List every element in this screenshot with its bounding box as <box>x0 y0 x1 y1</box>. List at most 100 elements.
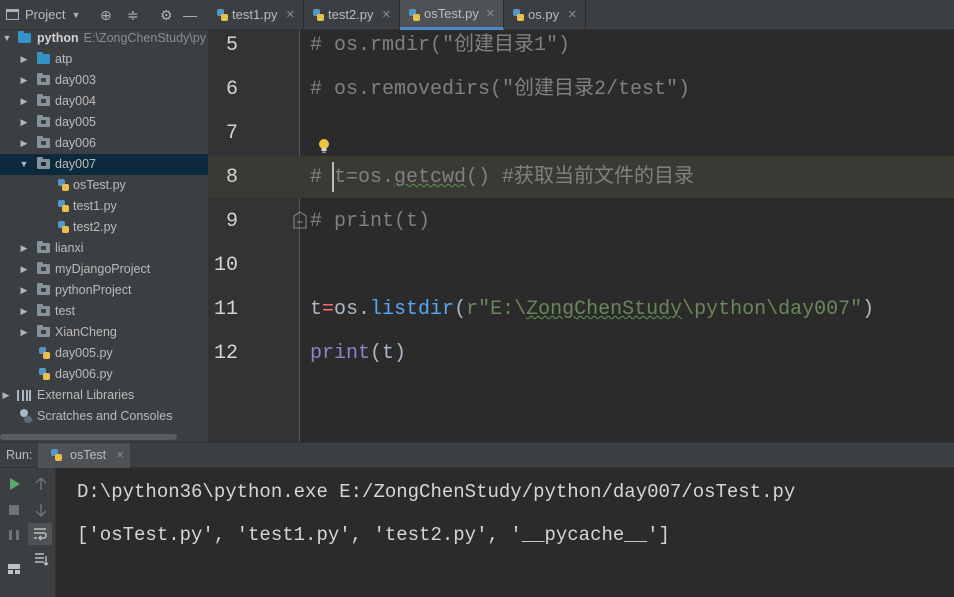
tree-item-mydjangoproject[interactable]: ▶ myDjangoProject <box>0 259 208 280</box>
tab-os-py[interactable]: os.py ✕ <box>504 0 586 30</box>
chevron-right-icon[interactable]: ▶ <box>19 301 29 322</box>
folder-icon <box>37 73 50 85</box>
close-icon[interactable]: ✕ <box>116 443 124 468</box>
chevron-right-icon[interactable]: ▶ <box>19 133 29 154</box>
tree-item-day006[interactable]: ▶ day006 <box>0 133 208 154</box>
tree-item-label: osTest.py <box>73 178 126 192</box>
text-caret <box>332 162 334 192</box>
tree-item-label: day006 <box>55 136 97 150</box>
code-token-builtin: print <box>310 342 371 365</box>
line-number: 11 <box>213 298 238 321</box>
code-token-string: r"E:\ <box>466 298 527 321</box>
run-tab-ostest[interactable]: osTest ✕ <box>38 443 130 468</box>
lightbulb-icon[interactable] <box>318 138 330 154</box>
close-icon[interactable]: ✕ <box>568 0 577 30</box>
tab-test1-py[interactable]: test1.py ✕ <box>208 0 304 30</box>
tree-item-day005-py[interactable]: day005.py <box>0 343 208 364</box>
locate-icon[interactable]: ⊕ <box>100 7 112 23</box>
python-file-icon <box>216 8 229 22</box>
code-editor[interactable]: 5 6 7 8 9 10 11 12 8 # os.rmdir("创建目录1")… <box>208 30 954 442</box>
tree-item-label: test2.py <box>73 220 117 234</box>
tree-item-day003[interactable]: ▶ day003 <box>0 70 208 91</box>
soft-wrap-icon <box>34 528 47 541</box>
code-line-5: # os.rmdir("创建目录1") <box>310 34 571 57</box>
console-output-line: D:\python36\python.exe E:/ZongChenStudy/… <box>77 481 796 503</box>
arrow-down-icon[interactable] <box>32 501 50 519</box>
tree-item-label: External Libraries <box>37 388 135 402</box>
project-view-selector[interactable]: Project ▼ <box>6 7 80 22</box>
tree-item-atp[interactable]: ▶ atp <box>0 49 208 70</box>
pause-icon[interactable] <box>5 526 23 544</box>
console-output-line: ['osTest.py', 'test1.py', 'test2.py', '_… <box>77 524 670 546</box>
gear-icon[interactable]: ⚙ <box>160 7 173 23</box>
tree-item-pythonproject[interactable]: ▶ pythonProject <box>0 280 208 301</box>
folder-icon <box>37 157 50 169</box>
tab-test2-py[interactable]: test2.py ✕ <box>304 0 400 30</box>
tree-item-label: Scratches and Consoles <box>37 409 173 423</box>
chevron-right-icon[interactable]: ▶ <box>19 70 29 91</box>
code-token-getcwd: getcwd <box>394 166 467 189</box>
folder-icon <box>37 52 50 64</box>
fold-marker-icon[interactable] <box>291 211 309 229</box>
close-icon[interactable]: ✕ <box>286 0 295 30</box>
hide-panel-icon[interactable]: — <box>183 7 197 23</box>
tree-item-day006-py[interactable]: day006.py <box>0 364 208 385</box>
run-console[interactable]: D:\python36\python.exe E:/ZongChenStudy/… <box>56 468 954 597</box>
chevron-down-icon: ▼ <box>71 9 81 20</box>
tree-item-test[interactable]: ▶ test <box>0 301 208 322</box>
tab-label: test2.py <box>328 7 374 22</box>
tree-item-label: myDjangoProject <box>55 262 151 276</box>
code-token: (t) <box>370 342 407 365</box>
tree-item-label: lianxi <box>55 241 84 255</box>
code-token-string: \python\day007" <box>682 298 863 321</box>
soft-wrap-toggle[interactable] <box>28 523 52 545</box>
scroll-to-end-icon[interactable] <box>32 550 50 568</box>
tree-item-day005[interactable]: ▶ day005 <box>0 112 208 133</box>
rerun-icon[interactable] <box>5 475 23 493</box>
tree-item-day007[interactable]: ▼ day007 <box>0 154 208 175</box>
tree-item-test2-py[interactable]: test2.py <box>0 217 208 238</box>
chevron-right-icon[interactable]: ▶ <box>19 280 29 301</box>
chevron-right-icon[interactable]: ▶ <box>19 112 29 133</box>
tree-item-label: day007 <box>55 157 97 171</box>
tree-item-label: day005 <box>55 115 97 129</box>
chevron-right-icon[interactable]: ▶ <box>19 91 29 112</box>
line-number: 6 <box>225 78 238 101</box>
python-file-icon <box>38 346 51 360</box>
tree-item-day004[interactable]: ▶ day004 <box>0 91 208 112</box>
tree-item-test1-py[interactable]: test1.py <box>0 196 208 217</box>
close-icon[interactable]: ✕ <box>486 0 495 28</box>
code-token-string: ZongChenStudy <box>526 298 683 321</box>
tree-item-ostest-py[interactable]: osTest.py <box>0 175 208 196</box>
tree-item-label: atp <box>55 52 73 66</box>
tree-item-external-libraries[interactable]: ▶ External Libraries <box>0 385 208 406</box>
restore-layout-icon[interactable] <box>5 560 23 578</box>
line-number: 5 <box>225 34 238 57</box>
chevron-right-icon[interactable]: ▶ <box>1 385 11 406</box>
python-file-icon <box>38 367 51 381</box>
code-token: os. <box>334 298 371 321</box>
folder-icon <box>37 241 50 253</box>
close-icon[interactable]: ✕ <box>382 0 391 30</box>
collapse-all-icon[interactable]: ≑ <box>127 7 139 23</box>
chevron-right-icon[interactable]: ▶ <box>19 259 29 280</box>
python-file-icon <box>57 220 70 234</box>
chevron-right-icon[interactable]: ▶ <box>19 322 29 343</box>
folder-icon <box>37 325 50 337</box>
stop-icon[interactable] <box>5 501 23 519</box>
arrow-up-icon[interactable] <box>32 475 50 493</box>
tree-item-scratches-and-consoles[interactable]: Scratches and Consoles <box>0 406 208 427</box>
line-number-gutter[interactable]: 5 6 7 8 9 10 11 12 <box>208 30 300 442</box>
folder-icon <box>37 136 50 148</box>
horizontal-scrollbar[interactable] <box>0 434 177 440</box>
tree-item-lianxi[interactable]: ▶ lianxi <box>0 238 208 259</box>
tree-item-python[interactable]: ▼ python E:\ZongChenStudy\py <box>0 28 208 49</box>
chevron-right-icon[interactable]: ▶ <box>19 49 29 70</box>
chevron-down-icon[interactable]: ▼ <box>2 28 12 49</box>
tree-item-label: day003 <box>55 73 97 87</box>
chevron-right-icon[interactable]: ▶ <box>19 238 29 259</box>
tab-ostest-py[interactable]: osTest.py ✕ <box>400 0 504 30</box>
tree-item-xiancheng[interactable]: ▶ XianCheng <box>0 322 208 343</box>
code-token: ( <box>454 298 467 321</box>
chevron-down-icon[interactable]: ▼ <box>19 154 29 175</box>
